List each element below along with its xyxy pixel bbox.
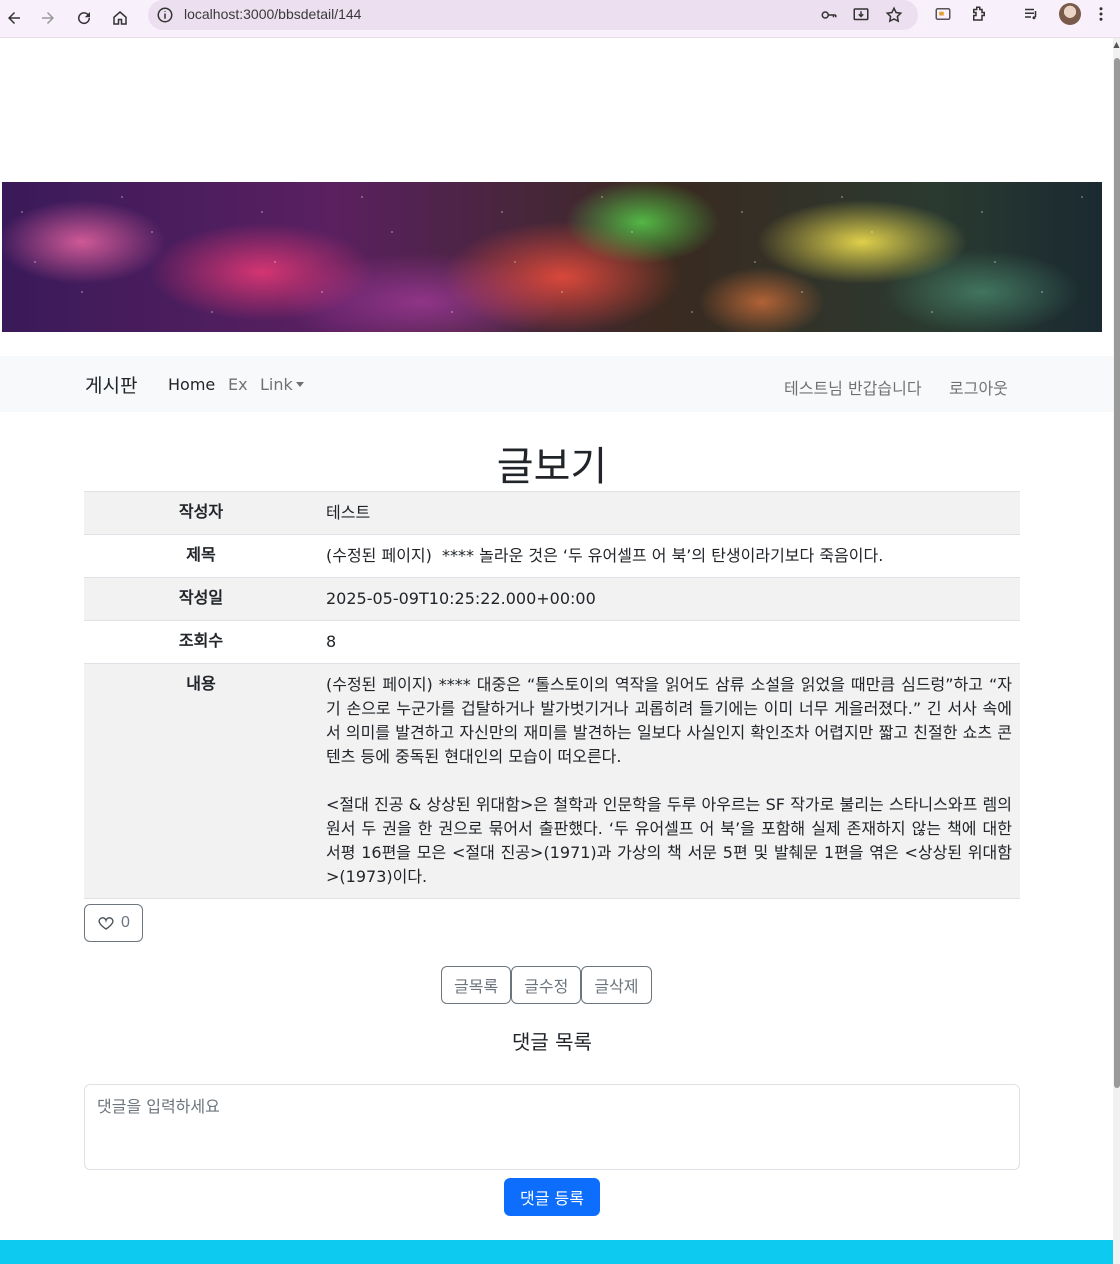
comment-submit-button[interactable]: 댓글 등록 <box>504 1178 600 1216</box>
nav-link-link: Link <box>260 375 293 394</box>
table-row-views: 조회수 8 <box>84 620 1020 664</box>
cast-icon[interactable] <box>934 5 952 27</box>
address-bar[interactable]: localhost:3000/bbsdetail/144 <box>148 0 918 30</box>
nav-dropdown-link[interactable]: Link <box>260 375 304 394</box>
media-icon[interactable] <box>1022 5 1040 27</box>
reload-icon[interactable] <box>70 4 98 32</box>
navbar: 게시판 Home Ex Link 테스트님 반갑습니다 로그아웃 <box>0 356 1113 412</box>
logout-link[interactable]: 로그아웃 <box>949 375 1008 399</box>
like-count: 0 <box>121 914 130 931</box>
views-value: 8 <box>318 620 1020 664</box>
author-label: 작성자 <box>84 491 318 535</box>
table-row-content: 내용 (수정된 페이지) **** 대중은 “톨스토이의 역작을 읽어도 삼류 … <box>84 663 1020 899</box>
profile-avatar[interactable] <box>1059 3 1081 25</box>
content-value: (수정된 페이지) **** 대중은 “톨스토이의 역작을 읽어도 삼류 소설을… <box>318 663 1020 899</box>
content-label: 내용 <box>84 663 318 899</box>
key-icon[interactable] <box>820 6 838 28</box>
site-info-icon[interactable] <box>156 6 174 28</box>
like-button[interactable]: 0 <box>84 904 143 942</box>
author-value: 테스트 <box>318 491 1020 535</box>
delete-button[interactable]: 글삭제 <box>581 966 652 1004</box>
content-paragraph-1: (수정된 페이지) **** 대중은 “톨스토이의 역작을 읽어도 삼류 소설을… <box>326 675 1012 766</box>
home-icon[interactable] <box>106 4 134 32</box>
table-row-author: 작성자 테스트 <box>84 491 1020 535</box>
greeting-text: 테스트님 반갑습니다 <box>784 379 922 398</box>
back-icon[interactable] <box>0 4 28 32</box>
install-icon[interactable] <box>852 6 870 28</box>
caret-down-icon <box>295 382 304 387</box>
forward-icon[interactable] <box>34 4 62 32</box>
list-button[interactable]: 글목록 <box>441 966 512 1004</box>
navbar-brand[interactable]: 게시판 <box>85 371 137 398</box>
title-value: (수정된 페이지) **** 놀라운 것은 ‘두 유어셀프 어 북’의 탄생이라… <box>318 534 1020 578</box>
date-value: 2025-05-09T10:25:22.000+00:00 <box>318 577 1020 621</box>
bookmark-star-icon[interactable] <box>885 6 903 28</box>
table-row-date: 작성일 2025-05-09T10:25:22.000+00:00 <box>84 577 1020 621</box>
comments-heading: 댓글 목록 <box>512 1030 592 1054</box>
url-text: localhost:3000/bbsdetail/144 <box>184 6 362 22</box>
date-label: 작성일 <box>84 577 318 621</box>
nav-link-home[interactable]: Home <box>168 375 215 394</box>
browser-toolbar: localhost:3000/bbsdetail/144 <box>0 0 1120 38</box>
post-actions: 글목록 글수정 글삭제 <box>441 966 652 1004</box>
footer-bar <box>0 1240 1113 1264</box>
table-row-title: 제목 (수정된 페이지) **** 놀라운 것은 ‘두 유어셀프 어 북’의 탄… <box>84 534 1020 578</box>
extensions-icon[interactable] <box>970 5 988 27</box>
title-label: 제목 <box>84 534 318 578</box>
views-label: 조회수 <box>84 620 318 664</box>
scrollbar-thumb[interactable] <box>1114 58 1120 1088</box>
edit-button[interactable]: 글수정 <box>511 966 582 1004</box>
scroll-up-arrow-icon[interactable]: ▲ <box>1113 40 1120 54</box>
banner-image <box>2 182 1102 332</box>
heart-icon <box>98 917 114 930</box>
content-paragraph-2: <절대 진공 & 상상된 위대함>은 철학과 인문학을 두루 아우르는 SF 작… <box>326 795 1012 886</box>
comment-input[interactable] <box>84 1084 1020 1170</box>
nav-link-ex[interactable]: Ex <box>228 375 248 394</box>
post-detail-table: 작성자 테스트 제목 (수정된 페이지) **** 놀라운 것은 ‘두 유어셀프… <box>84 491 1020 899</box>
menu-kebab-icon[interactable] <box>1092 5 1110 27</box>
page-title: 글보기 <box>496 444 608 490</box>
